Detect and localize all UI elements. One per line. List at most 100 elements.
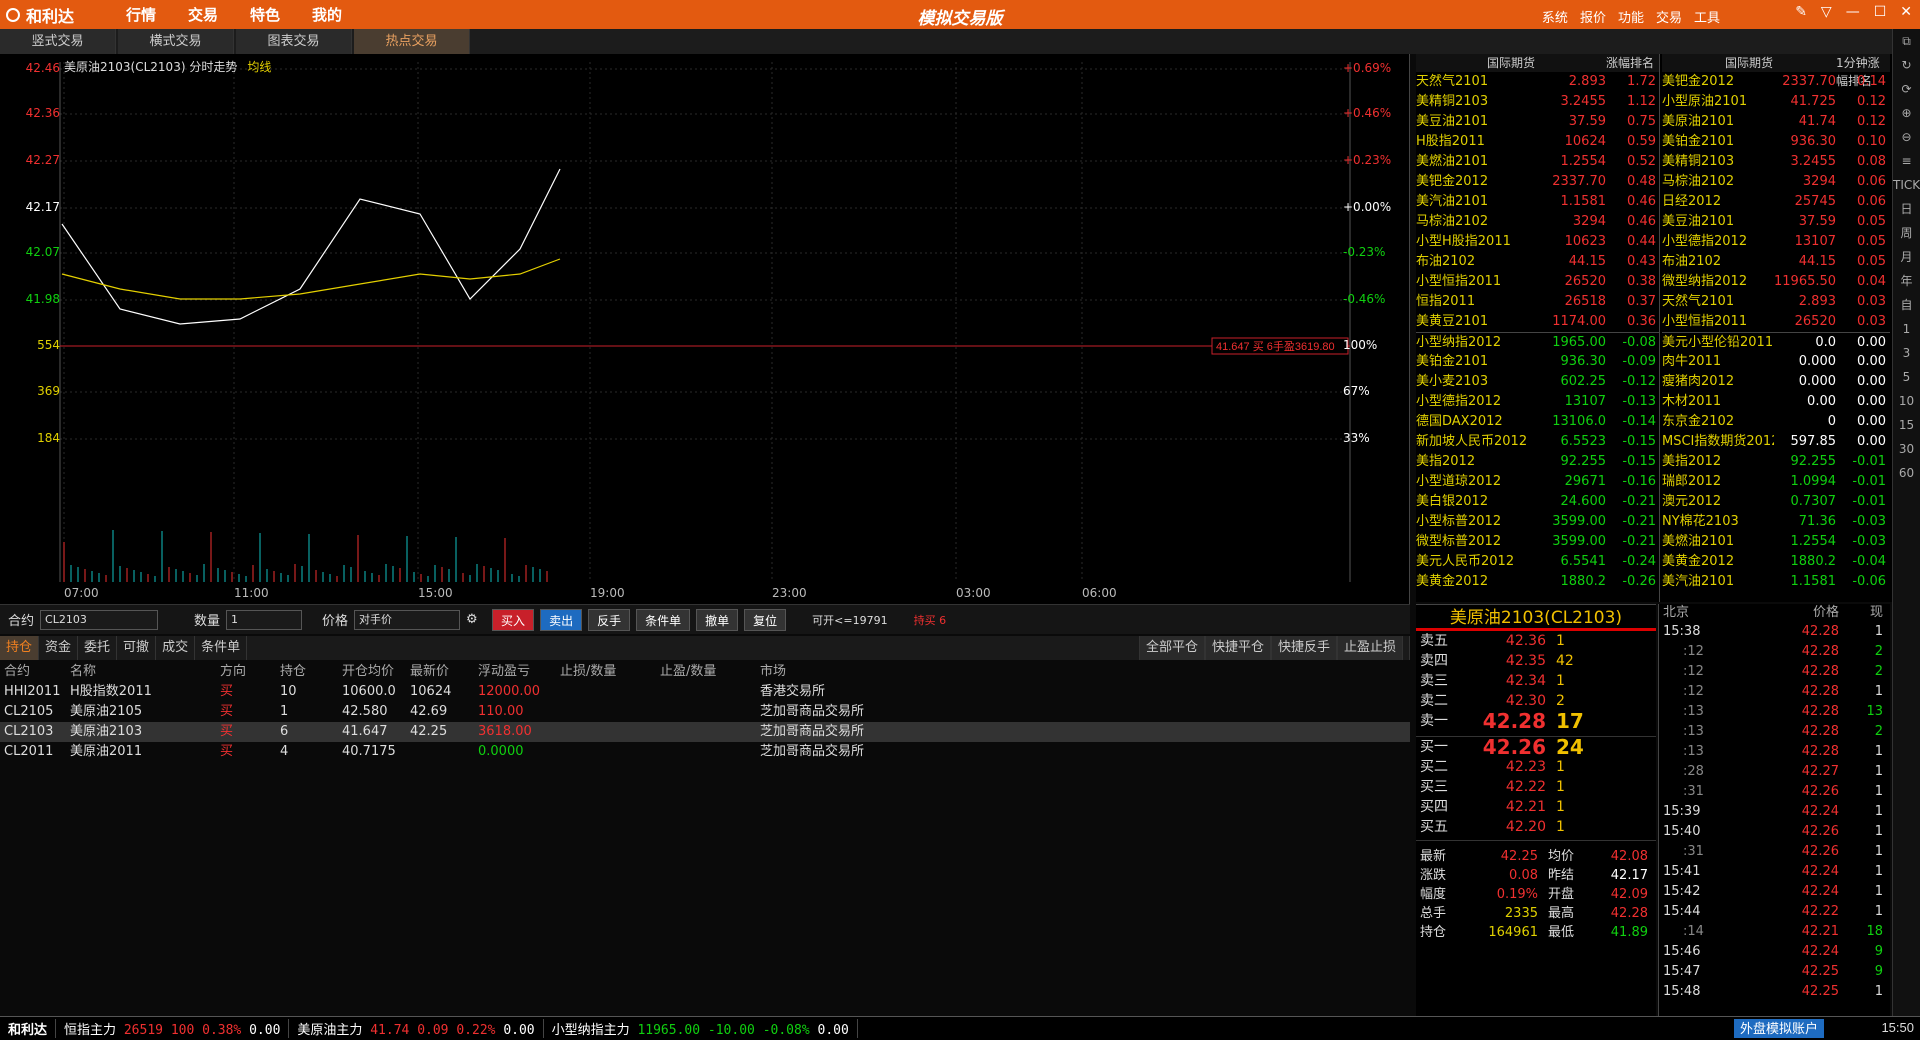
- ranking-row[interactable]: 美元人民币2012 6.5541 -0.24: [1416, 552, 1659, 572]
- quick-reverse-button[interactable]: 快捷反手: [1270, 636, 1337, 660]
- order-book-row[interactable]: 买二 42.23 1: [1416, 757, 1656, 777]
- ranking-row[interactable]: 美小麦2103 602.25 -0.12: [1416, 372, 1659, 392]
- ranking-row[interactable]: 美铂金2101 936.30 0.10: [1662, 132, 1890, 152]
- maximize-icon[interactable]: ☐: [1874, 4, 1887, 20]
- table-row[interactable]: CL2011 美原油2011 买 4 40.7175 0.0000 芝加哥商品交易所: [0, 742, 1410, 762]
- intraday-chart[interactable]: 41.647 买 6手盈3619.80 美原油2103(CL2103) 分时走势…: [0, 54, 1410, 604]
- ranking-row[interactable]: H股指2011 10624 0.59: [1416, 132, 1659, 152]
- ranking-row[interactable]: 美指2012 92.255 -0.15: [1416, 452, 1659, 472]
- skin-icon[interactable]: ▽: [1821, 4, 1832, 20]
- table-row[interactable]: CL2105 美原油2105 买 1 42.580 42.69 110.00 芝加哥商品交易所: [0, 702, 1410, 722]
- ranking-row[interactable]: 马棕油2102 3294 0.46: [1416, 212, 1659, 232]
- order-book-row[interactable]: 买四 42.21 1: [1416, 797, 1656, 817]
- side-tool-icon[interactable]: 月: [1893, 245, 1920, 269]
- buy-button[interactable]: 买入: [492, 608, 535, 631]
- ranking-row[interactable]: 瘦猪肉2012 0.000 0.00: [1662, 372, 1890, 392]
- ranking-row[interactable]: 美燃油2101 1.2554 0.52: [1416, 152, 1659, 172]
- ranking-row[interactable]: 布油2102 44.15 0.43: [1416, 252, 1659, 272]
- side-tool-icon[interactable]: ⟳: [1893, 77, 1920, 101]
- status-item[interactable]: 美原油主力 41.74 0.09 0.22% 0.00: [289, 1019, 544, 1038]
- tab-cancelable[interactable]: 可撤: [117, 636, 157, 660]
- ranking-row[interactable]: 天然气2101 2.893 0.03: [1662, 292, 1890, 312]
- menu-trade2[interactable]: 交易: [1656, 7, 1682, 26]
- ranking-row[interactable]: 小型原油2101 41.725 0.12: [1662, 92, 1890, 112]
- ranking-row[interactable]: 德国DAX2012 13106.0 -0.14: [1416, 412, 1659, 432]
- condition-order-button[interactable]: 条件单: [636, 608, 691, 631]
- order-book-row[interactable]: 卖一 42.28 17: [1416, 711, 1656, 731]
- order-book-row[interactable]: 卖二 42.30 2: [1416, 691, 1656, 711]
- side-tool-icon[interactable]: 1: [1893, 317, 1920, 341]
- side-tool-icon[interactable]: 年: [1893, 269, 1920, 293]
- side-tool-icon[interactable]: 15: [1893, 413, 1920, 437]
- order-book-row[interactable]: 买三 42.22 1: [1416, 777, 1656, 797]
- side-tool-icon[interactable]: 5: [1893, 365, 1920, 389]
- ranking-row[interactable]: 小型德指2012 13107 -0.13: [1416, 392, 1659, 412]
- ranking-row[interactable]: 东京金2102 0 0.00: [1662, 412, 1890, 432]
- order-book-row[interactable]: 卖三 42.34 1: [1416, 671, 1656, 691]
- menu-system[interactable]: 系统: [1542, 7, 1568, 26]
- tab-vertical-trade[interactable]: 竖式交易: [0, 29, 116, 54]
- settings-icon[interactable]: ⚙: [466, 612, 486, 627]
- menu-tools[interactable]: 工具: [1694, 7, 1720, 26]
- status-item[interactable]: 恒指主力 26519 100 0.38% 0.00: [56, 1019, 290, 1038]
- ranking-row[interactable]: 美钯金2012 2337.70 0.48: [1416, 172, 1659, 192]
- reset-button[interactable]: 复位: [744, 608, 787, 631]
- ranking-row[interactable]: 美汽油2101 1.1581 -0.06: [1662, 572, 1890, 592]
- tab-condition-orders[interactable]: 条件单: [195, 636, 248, 660]
- ranking-row[interactable]: 美汽油2101 1.1581 0.46: [1416, 192, 1659, 212]
- cancel-order-button[interactable]: 撤单: [696, 608, 739, 631]
- menu-quote[interactable]: 报价: [1580, 7, 1606, 26]
- side-tool-icon[interactable]: 自: [1893, 293, 1920, 317]
- side-tool-icon[interactable]: 3: [1893, 341, 1920, 365]
- ranking-row[interactable]: 小型德指2012 13107 0.05: [1662, 232, 1890, 252]
- ranking-row[interactable]: 美原油2101 41.74 0.12: [1662, 112, 1890, 132]
- qty-stepper[interactable]: 1: [226, 609, 303, 630]
- ranking-row[interactable]: 美精铜2103 3.2455 1.12: [1416, 92, 1659, 112]
- status-item[interactable]: 小型纳指主力 11965.00 -10.00 -0.08% 0.00: [544, 1019, 858, 1038]
- menu-trade[interactable]: 交易: [172, 4, 234, 25]
- menu-function[interactable]: 功能: [1618, 7, 1644, 26]
- ranking-row[interactable]: 美钯金2012 2337.70 0.14: [1662, 72, 1890, 92]
- ranking-row[interactable]: 小型H股指2011 10623 0.44: [1416, 232, 1659, 252]
- ranking-row[interactable]: 天然气2101 2.893 1.72: [1416, 72, 1659, 92]
- ranking-row[interactable]: 小型标普2012 3599.00 -0.21: [1416, 512, 1659, 532]
- ranking-row[interactable]: 美铂金2101 936.30 -0.09: [1416, 352, 1659, 372]
- tab-orders[interactable]: 委托: [78, 636, 118, 660]
- ranking-row[interactable]: 美黄金2012 1880.2 -0.04: [1662, 552, 1890, 572]
- ranking-row[interactable]: 小型道琼2012 29671 -0.16: [1416, 472, 1659, 492]
- menu-market[interactable]: 行情: [110, 4, 172, 25]
- ranking-row[interactable]: 美白银2012 24.600 -0.21: [1416, 492, 1659, 512]
- tab-horizontal-trade[interactable]: 横式交易: [118, 29, 234, 54]
- order-book-row[interactable]: 卖四 42.35 42: [1416, 651, 1656, 671]
- side-tool-icon[interactable]: ⊖: [1893, 125, 1920, 149]
- ranking-row[interactable]: MSCI指数期货2012 597.85 0.00: [1662, 432, 1890, 452]
- minimize-icon[interactable]: —: [1846, 4, 1860, 20]
- side-tool-icon[interactable]: TICK: [1893, 173, 1920, 197]
- ranking-row[interactable]: 微型纳指2012 11965.50 0.04: [1662, 272, 1890, 292]
- ranking-row[interactable]: 澳元2012 0.7307 -0.01: [1662, 492, 1890, 512]
- ranking-row[interactable]: 小型恒指2011 26520 0.38: [1416, 272, 1659, 292]
- close-all-button[interactable]: 全部平仓: [1138, 636, 1205, 660]
- table-row[interactable]: CL2103 美原油2103 买 6 41.647 42.25 3618.00 芝加哥商品交易…: [0, 722, 1410, 742]
- quick-close-button[interactable]: 快捷平仓: [1204, 636, 1271, 660]
- reverse-button[interactable]: 反手: [588, 608, 631, 631]
- side-tool-icon[interactable]: ≡: [1893, 149, 1920, 173]
- side-tool-icon[interactable]: 日: [1893, 197, 1920, 221]
- close-icon[interactable]: ✕: [1900, 4, 1912, 20]
- tab-hot-trade[interactable]: 热点交易: [354, 29, 470, 54]
- ranking-row[interactable]: 小型恒指2011 26520 0.03: [1662, 312, 1890, 332]
- ranking-row[interactable]: 木材2011 0.00 0.00: [1662, 392, 1890, 412]
- sell-button[interactable]: 卖出: [540, 608, 583, 631]
- price-select[interactable]: 对手价: [354, 609, 461, 630]
- ranking-row[interactable]: 美精铜2103 3.2455 0.08: [1662, 152, 1890, 172]
- side-tool-icon[interactable]: ↻: [1893, 53, 1920, 77]
- order-book-row[interactable]: 买五 42.20 1: [1416, 817, 1656, 837]
- ranking-row[interactable]: 美黄金2012 1880.2 -0.26: [1416, 572, 1659, 592]
- side-tool-icon[interactable]: ⊕: [1893, 101, 1920, 125]
- ranking-row[interactable]: 恒指2011 26518 0.37: [1416, 292, 1659, 312]
- tab-positions[interactable]: 持仓: [0, 636, 40, 660]
- sim-account-button[interactable]: 外盘模拟账户: [1733, 1019, 1824, 1038]
- menu-special[interactable]: 特色: [234, 4, 296, 25]
- edit-icon[interactable]: ✎: [1795, 4, 1807, 20]
- side-tool-icon[interactable]: 周: [1893, 221, 1920, 245]
